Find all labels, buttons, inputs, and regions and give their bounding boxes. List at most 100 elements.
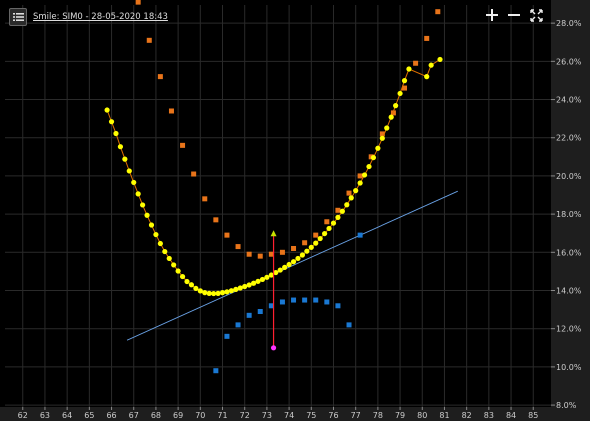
smile-point: [264, 274, 270, 280]
smile-point: [197, 288, 203, 294]
smile-point: [215, 290, 221, 296]
smile-point: [428, 62, 434, 68]
smile-point: [228, 288, 234, 294]
smile-point: [122, 156, 128, 162]
x-tick-label: 67: [129, 411, 139, 420]
bid-point: [324, 299, 330, 305]
smile-point: [179, 273, 186, 280]
smile-point: [353, 188, 359, 194]
x-tick-label: 63: [40, 411, 50, 420]
smile-point: [339, 208, 345, 214]
x-tick-label: 82: [462, 411, 472, 420]
ask-point: [135, 0, 141, 5]
bid-point: [357, 232, 363, 238]
ask-point: [246, 251, 252, 257]
y-tick-label: 24.0%: [556, 96, 582, 105]
grid-lines: [5, 5, 551, 407]
smile-point: [224, 289, 230, 295]
trend-line-segment: [126, 190, 458, 341]
smile-point: [144, 212, 150, 218]
x-tick-label: 64: [62, 411, 72, 420]
smile-point: [117, 144, 124, 150]
smile-point: [393, 103, 399, 109]
y-axis-ticks: 8.0% 10.0% 12.0% 14.0% 16.0% 18.0% 20.0% 22.0% 2…: [551, 19, 582, 410]
zoom-out-icon[interactable]: [506, 7, 522, 23]
smile-point: [219, 290, 226, 296]
x-tick-label: 68: [151, 411, 161, 420]
ask-point: [168, 108, 174, 114]
smile-point: [304, 248, 310, 254]
smile-point: [188, 282, 195, 288]
smile-point: [330, 220, 337, 226]
bid-point: [335, 303, 341, 309]
x-tick-label: 81: [439, 411, 449, 420]
x-tick-label: 66: [106, 411, 116, 420]
smile-point: [171, 262, 177, 268]
smile-point: [250, 280, 257, 286]
smile-point: [162, 248, 168, 255]
x-tick-label: 78: [373, 411, 383, 420]
smile-point: [277, 267, 283, 273]
ask-point: [313, 232, 319, 238]
ask-point: [435, 9, 441, 15]
smile-point: [384, 125, 390, 131]
smile-point: [366, 163, 372, 170]
ask-point: [279, 249, 285, 255]
x-tick-label: 79: [395, 411, 405, 420]
smile-point: [166, 255, 172, 262]
smile-point: [242, 283, 248, 290]
marker-top-triangle: [270, 230, 277, 237]
smile-point: [335, 214, 341, 220]
ask-point: [324, 219, 330, 225]
bid-point: [346, 322, 352, 328]
title-bar: Smile: SIM0 - 28-05-2020 18:43: [9, 8, 168, 26]
smile-point: [153, 231, 159, 238]
y-tick-label: 20.0%: [556, 172, 582, 181]
smile-point: [108, 119, 115, 125]
smile-point: [397, 90, 403, 97]
ask-point: [213, 217, 219, 223]
smile-chart[interactable]: 8.0% 10.0% 12.0% 14.0% 16.0% 18.0% 20.0% 22.0% 2…: [0, 0, 590, 421]
bid-point: [313, 297, 319, 303]
smile-point: [375, 145, 381, 151]
x-tick-label: 72: [240, 411, 250, 420]
smile-point: [388, 114, 394, 120]
smile-point: [135, 191, 141, 197]
bid-point: [257, 309, 263, 315]
ask-point: [335, 207, 341, 213]
smile-point: [313, 240, 319, 246]
chart-toolbar: [484, 7, 544, 23]
smile-point: [202, 290, 208, 296]
x-tick-label: 84: [506, 411, 516, 420]
ask-point: [235, 244, 241, 250]
smile-point: [126, 168, 132, 174]
smile-point: [233, 286, 239, 292]
smile-point: [361, 172, 368, 178]
ask-point: [291, 245, 297, 251]
fit-icon[interactable]: [528, 7, 544, 23]
y-tick-label: 16.0%: [556, 248, 582, 257]
zoom-in-icon[interactable]: [484, 7, 500, 23]
chart-title[interactable]: Smile: SIM0 - 28-05-2020 18:43: [33, 12, 168, 22]
ask-point: [346, 190, 352, 196]
ask-point: [202, 196, 208, 202]
ask-point: [257, 253, 263, 259]
y-tick-label: 8.0%: [556, 401, 577, 410]
x-tick-label: 74: [284, 411, 294, 420]
bid-point: [213, 368, 219, 374]
smile-point: [131, 179, 137, 186]
list-icon[interactable]: [9, 8, 27, 26]
ask-point: [357, 173, 363, 179]
smile-point: [370, 154, 377, 161]
smile-point: [211, 290, 217, 297]
x-tick-label: 70: [195, 411, 205, 420]
x-tick-label: 75: [306, 411, 316, 420]
x-tick-label: 80: [417, 411, 427, 420]
smile-point: [286, 261, 292, 268]
y-tick-label: 28.0%: [556, 19, 582, 28]
x-axis-ticks: 62 63 64 65 66 67 68 69 70 71 72 73 74 75 76 77 78 79 80 81…: [18, 407, 538, 420]
smile-point: [317, 235, 323, 242]
smile-point: [299, 252, 306, 258]
smile-point: [308, 244, 314, 250]
chart-window: 8.0% 10.0% 12.0% 14.0% 16.0% 18.0% 20.0% 22.0% 2…: [0, 0, 590, 421]
